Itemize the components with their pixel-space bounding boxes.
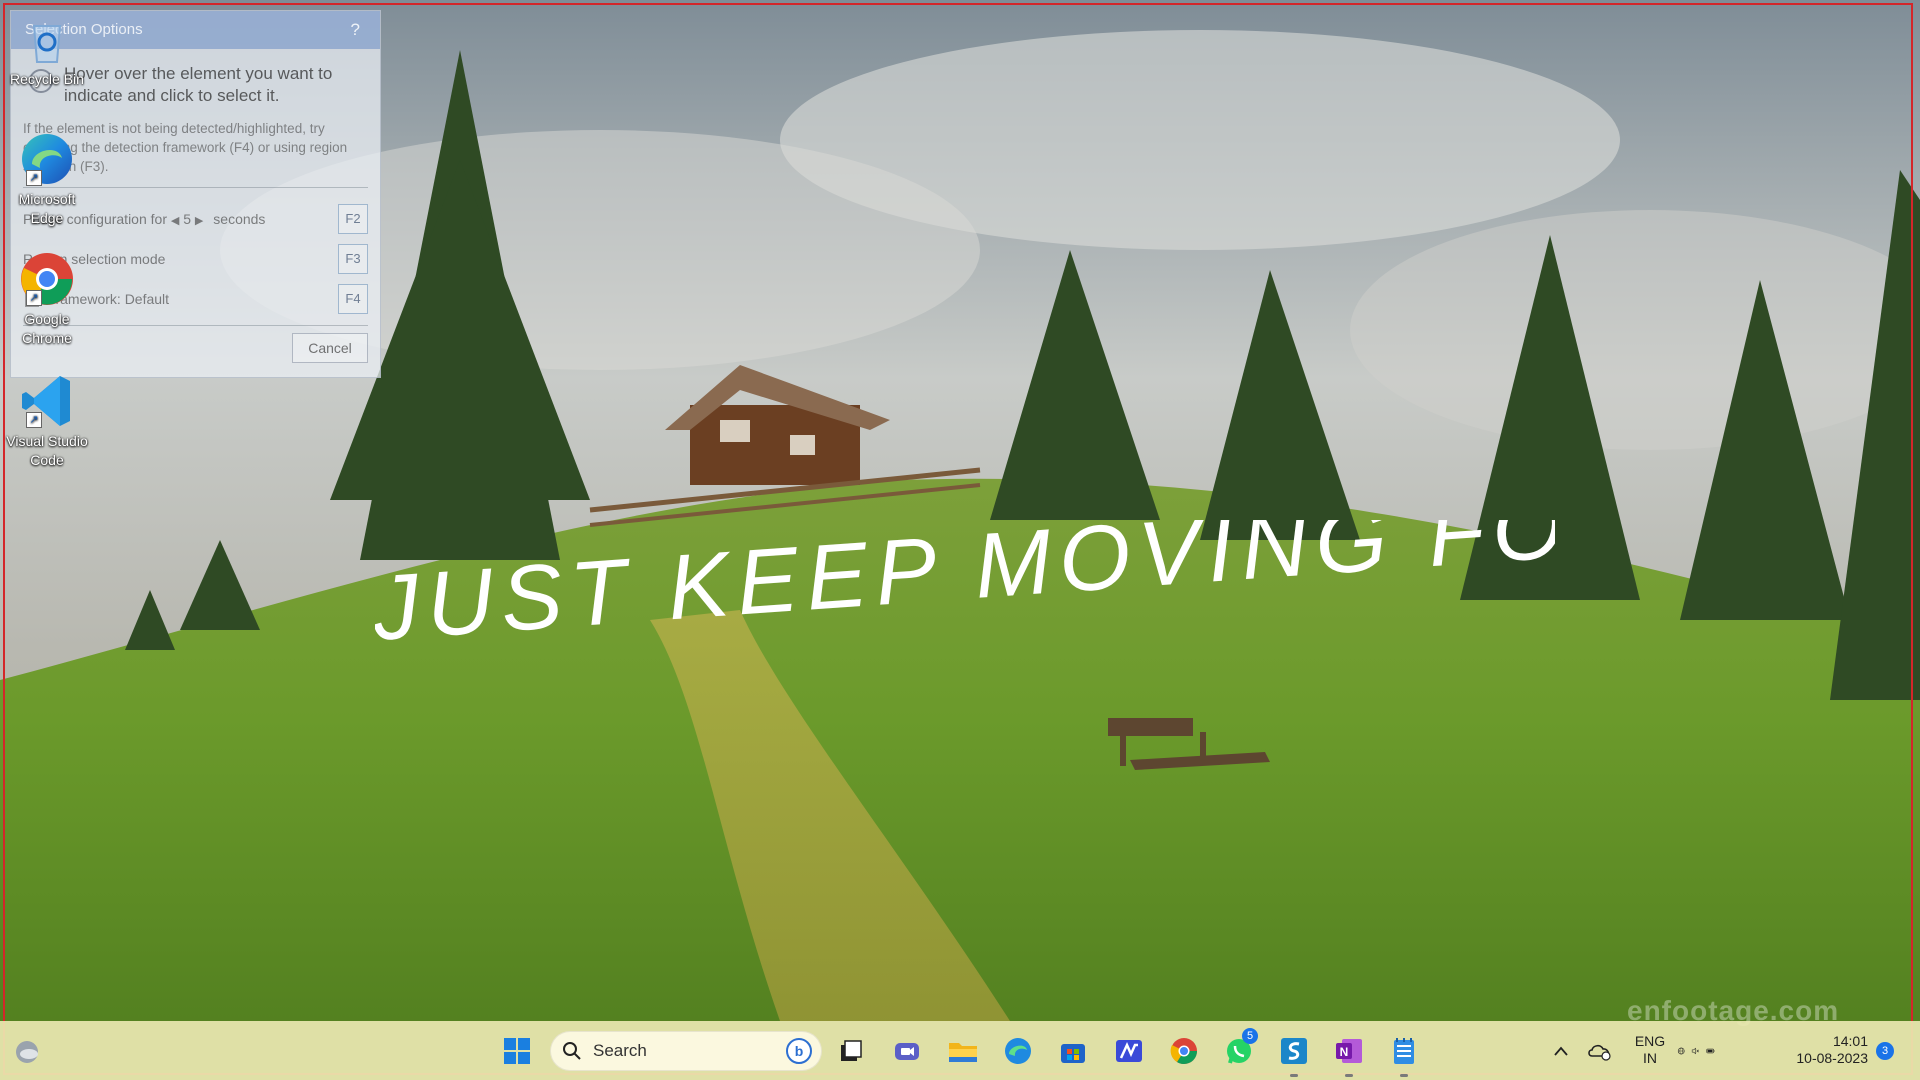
weather-icon — [16, 1041, 38, 1063]
shortcut-arrow-icon: ↗ — [26, 170, 42, 186]
start-button[interactable] — [498, 1032, 536, 1070]
desktop-icon-recycle-bin[interactable]: Recycle Bin — [6, 10, 88, 89]
svg-text:b: b — [795, 1043, 804, 1059]
pause-decrement-icon[interactable]: ◀ — [171, 215, 179, 227]
onedrive-button[interactable] — [1582, 1032, 1618, 1070]
desktop-icon-edge[interactable]: ↗ Microsoft Edge — [6, 130, 88, 228]
taskbar-edge[interactable] — [999, 1032, 1037, 1070]
pause-suffix-label: seconds — [213, 211, 266, 227]
network-globe-icon — [1677, 1047, 1685, 1055]
taskbar-uipath-studio[interactable] — [1275, 1032, 1313, 1077]
video-call-icon — [895, 1043, 919, 1060]
search-icon — [563, 1042, 581, 1060]
vscode-icon: ↗ — [18, 372, 76, 430]
task-view-icon — [841, 1040, 862, 1061]
svg-text:N: N — [1340, 1045, 1349, 1059]
cancel-button[interactable]: Cancel — [292, 333, 368, 363]
svg-text:JUST KEEP MOVING FORWARD: JUST KEEP MOVING FORWARD — [375, 520, 1555, 660]
task-view-button[interactable] — [832, 1032, 870, 1070]
taskbar-notepad[interactable] — [1385, 1032, 1423, 1077]
bing-icon[interactable]: b — [786, 1038, 812, 1064]
onenote-icon: N — [1336, 1039, 1362, 1063]
running-indicator — [1400, 1074, 1408, 1077]
clock[interactable]: 14:01 10-08-2023 — [1784, 1033, 1868, 1067]
cloud-sync-icon — [1588, 1044, 1611, 1061]
edge-icon — [1005, 1038, 1031, 1064]
shortcut-arrow-icon: ↗ — [26, 290, 42, 306]
desktop-icon-label: Google Chrome — [22, 311, 72, 346]
framework-key-button[interactable]: F4 — [338, 284, 368, 314]
desktop-icon-label: Visual Studio Code — [6, 433, 88, 468]
desktop-icon-label: Microsoft Edge — [18, 191, 76, 226]
studio-icon — [1281, 1038, 1307, 1064]
battery-icon — [1706, 1048, 1715, 1054]
notification-count-badge[interactable]: 3 — [1876, 1042, 1894, 1060]
recycle-bin-icon — [18, 10, 76, 68]
taskbar-search-box[interactable]: Search b — [550, 1031, 822, 1071]
chevron-up-icon — [1554, 1046, 1568, 1056]
clock-date: 10-08-2023 — [1796, 1050, 1868, 1066]
running-indicator — [1345, 1074, 1353, 1077]
windows-logo-icon — [504, 1038, 530, 1064]
language-indicator[interactable]: ENG IN — [1627, 1033, 1673, 1067]
chrome-icon — [1170, 1038, 1198, 1065]
taskbar-power-automate[interactable] — [1110, 1032, 1148, 1070]
desktop-icon-chrome[interactable]: ↗ Google Chrome — [6, 250, 88, 348]
clock-time: 14:01 — [1832, 1033, 1868, 1049]
taskbar-whatsapp[interactable]: 5 — [1220, 1028, 1258, 1070]
help-button[interactable]: ? — [351, 11, 360, 49]
wallpaper-quote: JUST KEEP MOVING FORWARD — [375, 520, 1555, 660]
desktop-icon-label: Recycle Bin — [10, 71, 84, 87]
shortcut-arrow-icon: ↗ — [26, 412, 42, 428]
pause-increment-icon[interactable]: ▶ — [195, 215, 203, 227]
automate-icon — [1116, 1040, 1142, 1062]
taskbar-microsoft-store[interactable] — [1054, 1032, 1092, 1070]
pause-key-button[interactable]: F2 — [338, 204, 368, 234]
widgets-button[interactable] — [8, 1032, 46, 1070]
desktop-icon-vscode[interactable]: ↗ Visual Studio Code — [6, 372, 88, 470]
chrome-icon: ↗ — [18, 250, 76, 308]
folder-icon — [949, 1043, 977, 1062]
dialog-instruction: Hover over the element you want to indic… — [64, 64, 333, 105]
pause-value[interactable]: 5 — [183, 211, 191, 227]
taskbar: Search b 5 N ENG IN 14:01 10-08-2023 3 — [0, 1021, 1920, 1080]
quick-settings-button[interactable] — [1677, 1032, 1715, 1070]
whatsapp-badge: 5 — [1242, 1028, 1258, 1044]
speaker-muted-icon — [1692, 1047, 1700, 1055]
running-indicator — [1290, 1074, 1298, 1077]
show-hidden-icons-button[interactable] — [1543, 1032, 1579, 1070]
edge-icon: ↗ — [18, 130, 76, 188]
taskbar-meet-app[interactable] — [888, 1032, 926, 1070]
region-code: IN — [1643, 1050, 1657, 1066]
search-placeholder: Search — [593, 1041, 647, 1060]
taskbar-file-explorer[interactable] — [944, 1032, 982, 1070]
region-key-button[interactable]: F3 — [338, 244, 368, 274]
taskbar-onenote[interactable]: N — [1330, 1032, 1368, 1077]
framework-value[interactable]: Default — [125, 291, 169, 307]
language-code: ENG — [1634, 1033, 1666, 1049]
notepad-icon — [1394, 1038, 1414, 1064]
store-icon — [1061, 1044, 1085, 1063]
taskbar-chrome[interactable] — [1165, 1032, 1203, 1070]
